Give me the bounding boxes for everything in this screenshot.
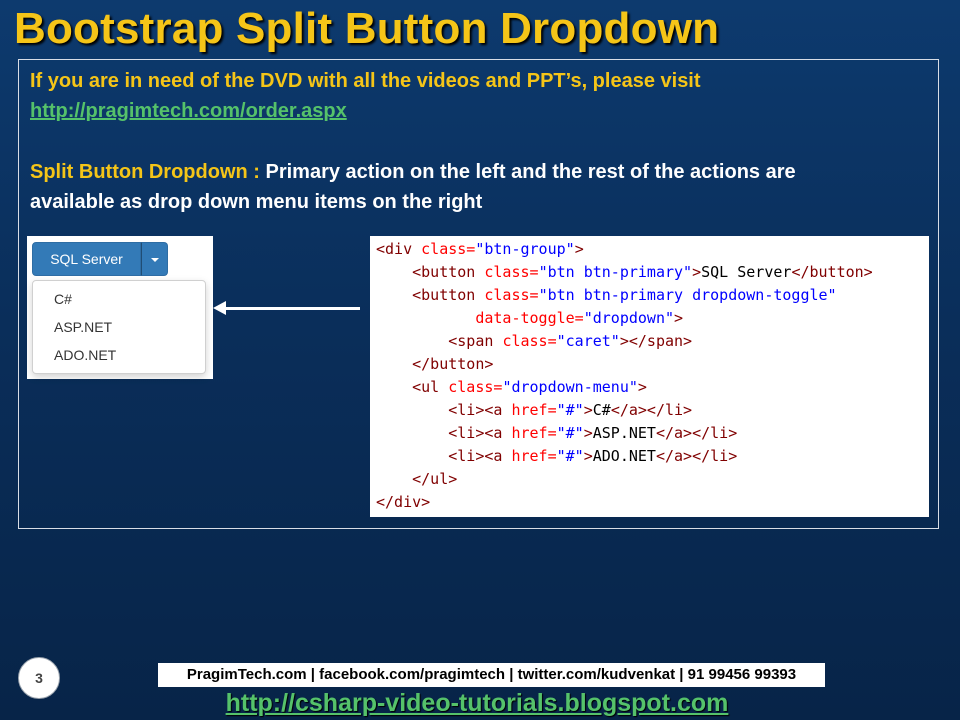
code-tag: > [583, 447, 593, 465]
code-value: "#" [556, 401, 584, 419]
code-value: "btn btn-primary" [538, 263, 693, 281]
code-tag: <li><a [448, 424, 512, 442]
code-attr: href= [511, 401, 557, 419]
code-tag: <button [412, 286, 485, 304]
code-value: "caret" [556, 332, 620, 350]
code-attr: class= [448, 378, 503, 396]
sql-server-button[interactable]: SQL Server [32, 242, 141, 276]
code-tag: </a></li> [610, 401, 693, 419]
code-attr: data-toggle= [475, 309, 584, 327]
code-text: C# [592, 401, 611, 419]
code-line: </button> [376, 353, 493, 376]
menu-item-adonet[interactable]: ADO.NET [54, 347, 116, 363]
description-label: Split Button Dropdown : [30, 161, 266, 183]
code-tag: <button [412, 263, 485, 281]
code-value: "#" [556, 424, 584, 442]
code-attr: class= [484, 286, 539, 304]
code-line: </div> [376, 491, 430, 514]
contact-bar: PragimTech.com | facebook.com/pragimtech… [158, 663, 825, 687]
code-line: <div class="btn-group"> [376, 238, 584, 261]
code-value: "btn-group" [475, 240, 575, 258]
code-value: "dropdown-menu" [502, 378, 638, 396]
code-tag: <ul [412, 378, 449, 396]
slide-title: Bootstrap Split Button Dropdown [14, 4, 720, 53]
code-line: <button class="btn btn-primary">SQL Serv… [376, 261, 873, 284]
code-line: data-toggle="dropdown"> [376, 307, 683, 330]
code-line: <li><a href="#">ASP.NET</a></li> [376, 422, 737, 445]
blog-link[interactable]: http://csharp-video-tutorials.blogspot.c… [0, 689, 954, 718]
code-tag: ></span> [619, 332, 693, 350]
code-line: <li><a href="#">C#</a></li> [376, 399, 692, 422]
menu-item-csharp[interactable]: C# [54, 291, 72, 307]
code-line: <button class="btn btn-primary dropdown-… [376, 284, 837, 307]
code-text: SQL Server [701, 263, 792, 281]
btn-group: SQL Server [32, 242, 168, 276]
dropdown-menu: C# ASP.NET ADO.NET [32, 280, 206, 374]
dropdown-toggle-button[interactable] [141, 242, 168, 276]
code-tag: </div> [376, 493, 431, 511]
code-line: <ul class="dropdown-menu"> [376, 376, 647, 399]
code-tag: </ul> [412, 470, 458, 488]
code-attr: href= [511, 424, 557, 442]
code-tag: </button> [412, 355, 494, 373]
code-tag: <div [376, 240, 422, 258]
code-attr: class= [484, 263, 539, 281]
code-text: ASP.NET [592, 424, 656, 442]
arrow-shaft [224, 307, 360, 310]
code-line: <span class="caret"></span> [376, 330, 692, 353]
code-tag: > [637, 378, 647, 396]
code-tag: </a></li> [655, 447, 738, 465]
code-value: "btn btn-primary dropdown-toggle" [538, 286, 837, 304]
description-text-1: Primary action on the left and the rest … [265, 161, 796, 183]
code-tag: > [583, 424, 593, 442]
code-tag: <li><a [448, 401, 512, 419]
split-button-demo: SQL Server C# ASP.NET ADO.NET [27, 236, 213, 379]
description-line-2: available as drop down menu items on the… [30, 191, 483, 213]
dvd-notice: If you are in need of the DVD with all t… [30, 70, 701, 92]
code-line: </ul> [376, 468, 457, 491]
code-tag: > [583, 401, 593, 419]
caret-down-icon [151, 258, 159, 262]
code-tag: > [574, 240, 584, 258]
code-line: <li><a href="#">ADO.NET</a></li> [376, 445, 737, 468]
code-attr: class= [421, 240, 476, 258]
code-tag: </a></li> [655, 424, 738, 442]
code-value: "#" [556, 447, 584, 465]
menu-item-aspnet[interactable]: ASP.NET [54, 319, 112, 335]
code-attr: class= [502, 332, 557, 350]
code-attr: href= [511, 447, 557, 465]
code-text: ADO.NET [592, 447, 656, 465]
code-value: "dropdown" [583, 309, 675, 327]
code-tag: </button> [791, 263, 873, 281]
description-line-1: Split Button Dropdown : Primary action o… [30, 161, 796, 184]
code-panel: <div class="btn-group"> <button class="b… [370, 236, 929, 517]
code-tag: <li><a [448, 447, 512, 465]
order-link[interactable]: http://pragimtech.com/order.aspx [30, 100, 347, 123]
code-tag: > [692, 263, 702, 281]
code-tag: > [674, 309, 684, 327]
code-tag: <span [448, 332, 503, 350]
